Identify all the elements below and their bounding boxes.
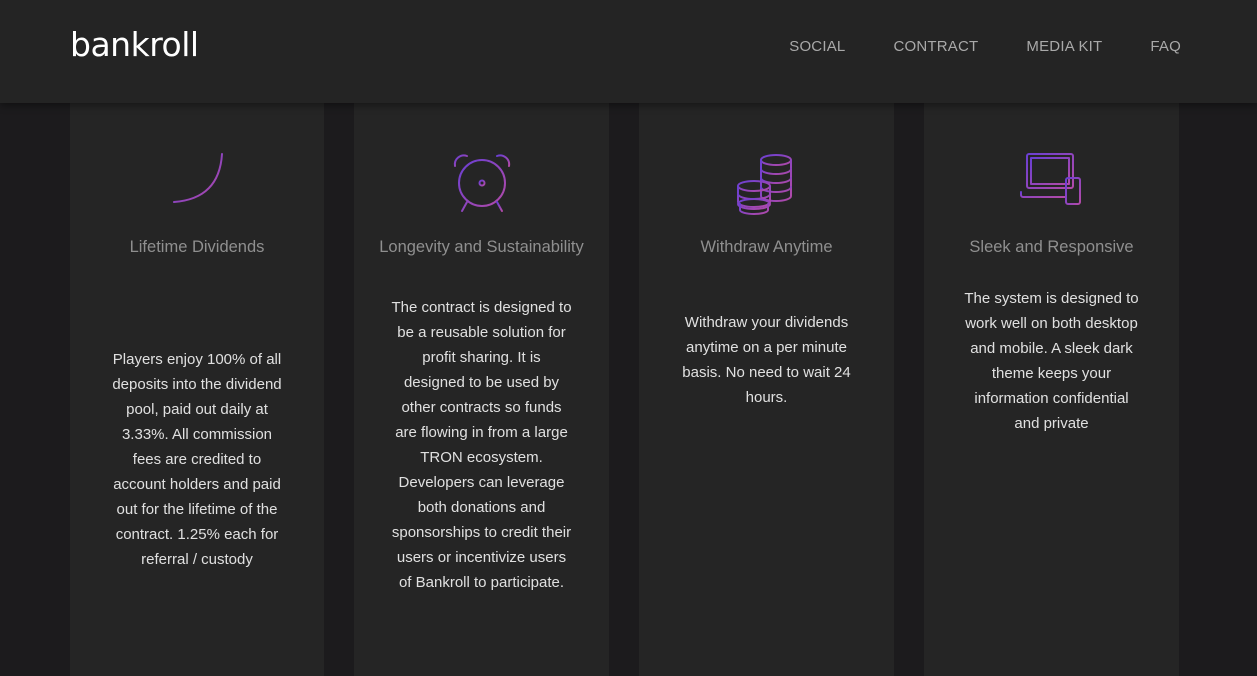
nav-contract[interactable]: CONTRACT xyxy=(893,38,978,55)
devices-icon xyxy=(1019,153,1081,205)
feature-title: Longevity and Sustainability xyxy=(379,238,584,256)
nav-media-kit[interactable]: MEDIA KIT xyxy=(1026,38,1102,55)
brand-logo[interactable]: bankroll xyxy=(70,28,199,61)
feature-title: Withdraw Anytime xyxy=(700,238,833,256)
feature-description: The system is designed to work well on b… xyxy=(964,290,1139,432)
growth-chart-icon xyxy=(165,153,229,213)
feature-title: Lifetime Dividends xyxy=(129,238,265,256)
feature-description: Players enjoy 100% of all deposits into … xyxy=(112,351,282,568)
feature-description: Withdraw your dividends anytime on a per… xyxy=(682,314,851,406)
main-nav: SOCIAL CONTRACT MEDIA KIT FAQ xyxy=(741,38,1181,55)
feature-card-lifetime-dividends: Lifetime Dividends Players enjoy 100% of… xyxy=(70,103,324,676)
nav-faq[interactable]: FAQ xyxy=(1150,38,1181,55)
coin-stack-icon xyxy=(736,154,792,215)
feature-card-longevity: Longevity and Sustainability The contrac… xyxy=(354,103,609,676)
top-header: bankroll SOCIAL CONTRACT MEDIA KIT FAQ xyxy=(0,0,1257,103)
feature-card-withdraw: Withdraw Anytime Withdraw your dividends… xyxy=(639,103,894,676)
feature-card-sleek: Sleek and Responsive The system is desig… xyxy=(924,103,1179,676)
feature-title: Sleek and Responsive xyxy=(969,238,1134,256)
nav-social[interactable]: SOCIAL xyxy=(789,38,845,55)
alarm-clock-icon xyxy=(453,154,510,212)
feature-description: The contract is designed to be a reusabl… xyxy=(391,299,572,591)
